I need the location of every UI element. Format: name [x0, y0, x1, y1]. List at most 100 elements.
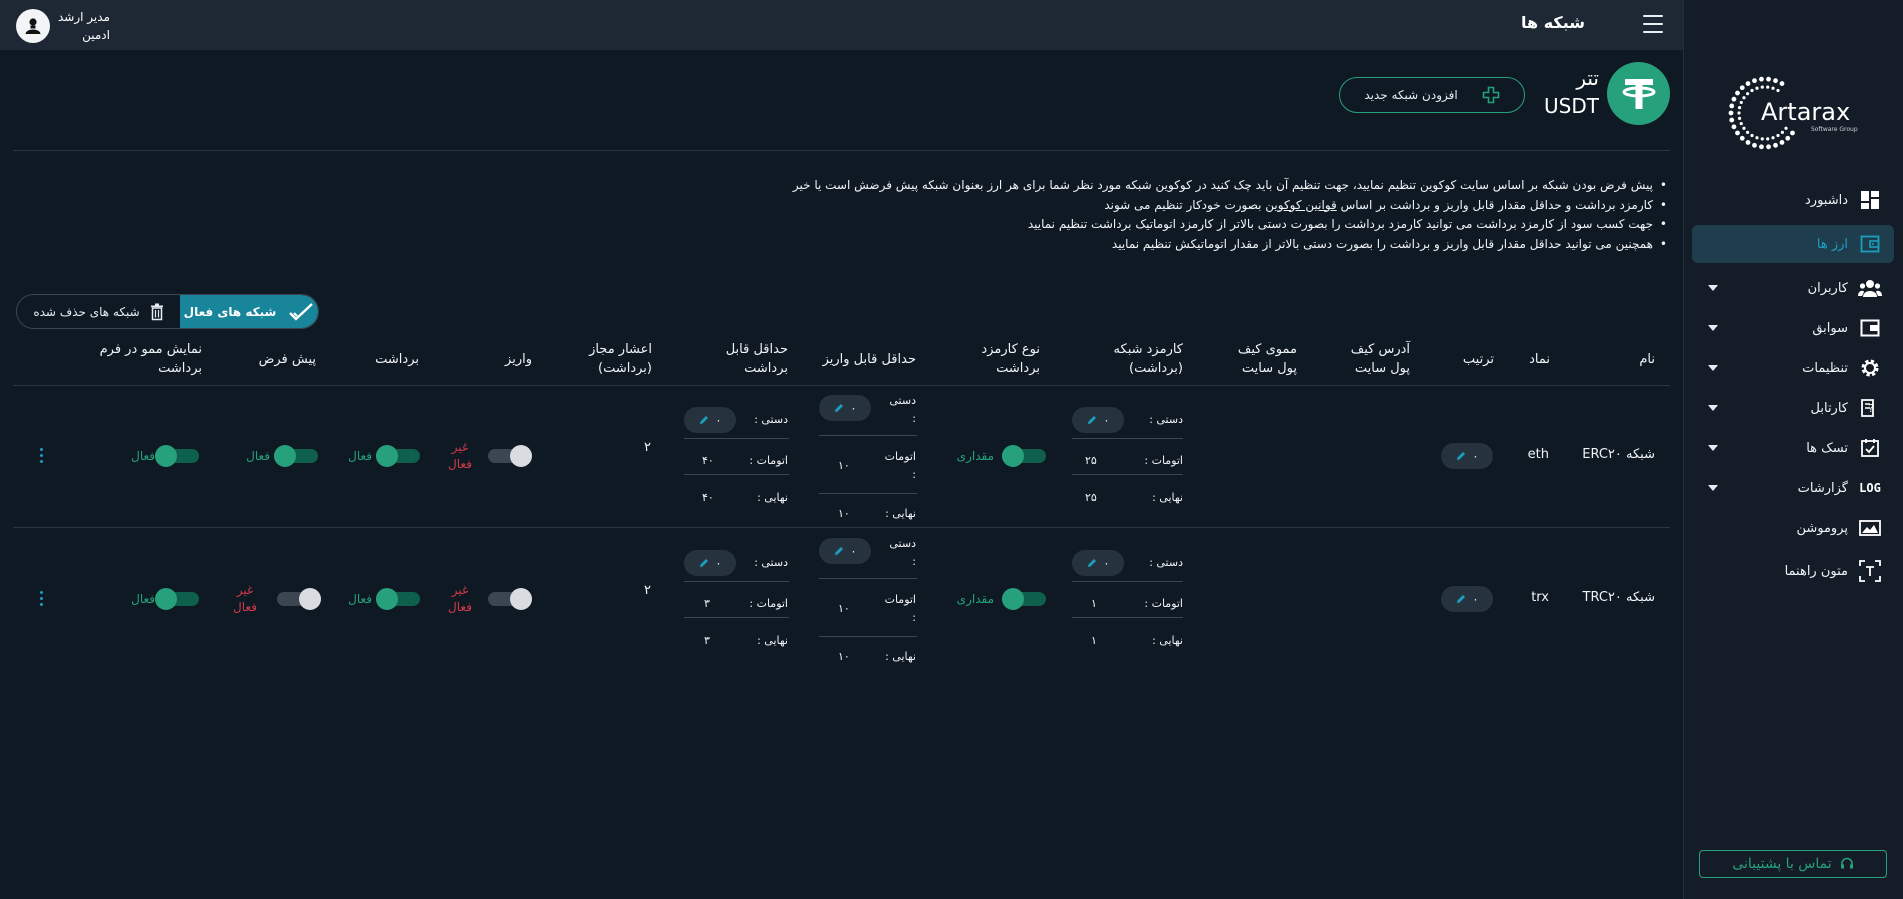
sidebar-item-users[interactable]: کاربران: [1692, 269, 1894, 307]
user-menu[interactable]: مدیر ارشد ادمین: [16, 8, 110, 44]
network-name: شبکه ERC۲۰: [1582, 447, 1655, 462]
chevron-down-icon: [1708, 365, 1718, 371]
logo-dot: [1779, 140, 1785, 145]
dashboard-icon: [1861, 191, 1879, 209]
sidebar-item-currencies[interactable]: ارز ها: [1692, 225, 1894, 263]
logo-dot: [1760, 85, 1764, 89]
withdraw-toggle[interactable]: [376, 588, 420, 610]
tether-logo: [1607, 62, 1670, 125]
trash-icon: [150, 303, 163, 320]
col-withdraw: برداشت: [375, 352, 419, 367]
withdraw-status: فعال: [348, 449, 372, 463]
logo-dot: [1745, 81, 1751, 86]
sidebar-item-tasks[interactable]: تسک ها: [1692, 429, 1894, 467]
fee-manual-edit[interactable]: ۰: [1072, 550, 1124, 576]
col-network-fee: کارمزد شبکه (برداشت): [1113, 342, 1183, 376]
tab-deleted-networks[interactable]: شبکه های حذف شده: [17, 295, 180, 328]
users-icon: [1858, 280, 1882, 297]
divider: [684, 617, 789, 618]
tab-active-networks[interactable]: شبکه های فعال: [180, 295, 318, 328]
sidebar-item-label: سوابق: [1812, 320, 1848, 336]
logo-dot: [1771, 136, 1775, 140]
fee-type-toggle[interactable]: [1002, 445, 1046, 467]
sidebar-item-promotion[interactable]: پروموشن: [1692, 509, 1894, 547]
user-name: ادمین: [82, 28, 110, 42]
sidebar-item-label: پروموشن: [1796, 520, 1848, 536]
min-withdraw-manual-edit[interactable]: ۰: [684, 407, 736, 433]
logo-dot: [1745, 140, 1751, 145]
logo-dot: [1755, 136, 1759, 140]
fee-final-value: ۱: [1091, 634, 1097, 647]
deposit-toggle[interactable]: [488, 445, 532, 467]
show-memo-toggle[interactable]: [155, 445, 199, 467]
fee-manual-label: دستی :: [1149, 413, 1183, 426]
sidebar-item-label: گزارشات: [1797, 480, 1848, 496]
row-menu-icon[interactable]: [40, 448, 44, 463]
logo-dot: [1776, 88, 1780, 93]
default-status: فعال: [246, 449, 270, 463]
fee-manual-edit[interactable]: ۰: [1072, 407, 1124, 433]
sidebar-item-label: داشبورد: [1805, 192, 1848, 208]
sidebar-item-label: کاربران: [1807, 280, 1848, 296]
deposit-status: غیر فعال: [448, 440, 472, 471]
logo-dot: [1731, 124, 1737, 130]
divider: [1072, 438, 1183, 439]
logo-dot: [1752, 78, 1757, 84]
order-edit-pill[interactable]: ۰: [1441, 443, 1493, 469]
sidebar-item-reports[interactable]: LOG گزارشات: [1692, 469, 1894, 507]
add-network-button[interactable]: افزودن شبکه جدید: [1339, 77, 1525, 113]
show-memo-toggle[interactable]: [155, 588, 199, 610]
pencil-icon: [1456, 595, 1465, 603]
tab-active-label: شبکه های فعال: [183, 304, 277, 319]
note-item: همچنین می توانید حداقل مقدار قابل واریز …: [700, 235, 1667, 255]
logo-dot: [1737, 111, 1741, 115]
min-withdraw-manual-edit[interactable]: ۰: [684, 550, 736, 576]
logo-dot: [1729, 103, 1735, 109]
user-icon: [25, 18, 41, 34]
fee-final-value: ۲۵: [1085, 491, 1097, 504]
divider: [1072, 581, 1183, 582]
logo-dot: [1785, 135, 1791, 141]
default-toggle[interactable]: [274, 445, 318, 467]
logo-dot: [1752, 142, 1757, 148]
headset-icon: [1840, 857, 1853, 869]
check-double-icon: [289, 302, 314, 321]
logo-dot: [1739, 121, 1743, 126]
logo-dot: [1750, 88, 1754, 93]
divider: [819, 435, 917, 436]
withdraw-toggle[interactable]: [376, 445, 420, 467]
menu-toggle-icon[interactable]: [1643, 15, 1663, 33]
deposit-toggle[interactable]: [488, 588, 532, 610]
page-title: شبکه ها: [1521, 13, 1585, 32]
min-deposit-manual-edit[interactable]: ۰: [819, 538, 871, 564]
logo-dot: [1780, 130, 1784, 134]
order-edit-pill[interactable]: ۰: [1441, 586, 1493, 612]
kucoin-rules-link[interactable]: قوانین کوکوین: [1265, 198, 1336, 212]
fee-auto-value: ۲۵: [1085, 454, 1097, 467]
col-fee-type: نوع کارمزد برداشت: [981, 342, 1040, 376]
divider: [1072, 474, 1183, 475]
table-header-divider: [13, 385, 1670, 386]
logo-dot: [1766, 85, 1770, 89]
min-withdraw-manual-label: دستی :: [754, 413, 788, 426]
fee-type-toggle[interactable]: [1002, 588, 1046, 610]
sidebar-item-history[interactable]: سوابق: [1692, 309, 1894, 347]
logo-dot: [1771, 86, 1775, 90]
sidebar-item-dashboard[interactable]: داشبورد: [1692, 181, 1894, 219]
divider: [1072, 617, 1183, 618]
row-menu-icon[interactable]: [40, 591, 44, 606]
history-icon: [1860, 319, 1880, 337]
min-withdraw-auto-label: اتومات :: [749, 454, 788, 467]
sidebar-item-settings[interactable]: تنظیمات: [1692, 349, 1894, 387]
min-deposit-manual-edit[interactable]: ۰: [819, 395, 871, 421]
col-wallet-address: آدرس کیف پول سایت: [1350, 342, 1410, 376]
logo-dot: [1746, 130, 1750, 134]
contact-support-button[interactable]: تماس با پشتیبانی: [1699, 850, 1887, 878]
sidebar-item-cartable[interactable]: ? کارتابل: [1692, 389, 1894, 427]
logo-dot: [1737, 116, 1742, 121]
tasks-icon: [1861, 439, 1879, 457]
pencil-icon: [834, 404, 843, 412]
default-toggle[interactable]: [277, 588, 321, 610]
fee-manual-label: دستی :: [1149, 556, 1183, 569]
sidebar-item-help-texts[interactable]: متون راهنما: [1692, 552, 1894, 590]
